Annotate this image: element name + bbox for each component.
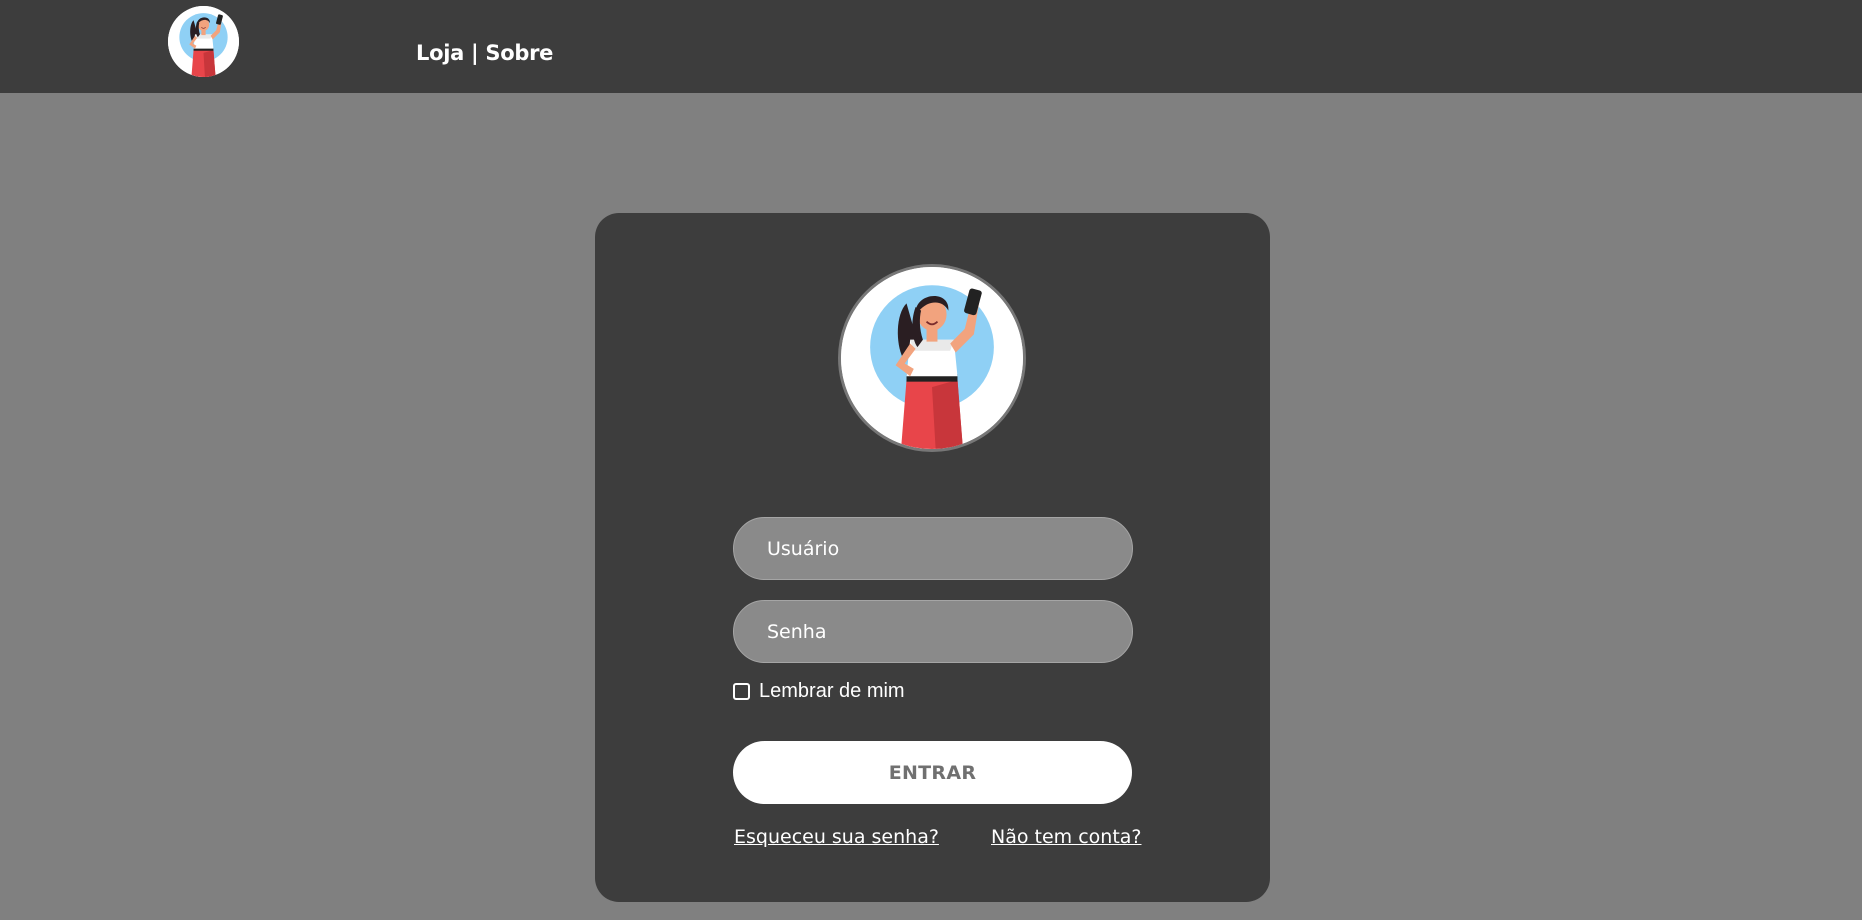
remember-me-label: Lembrar de mim <box>759 680 905 702</box>
brand-logo-icon[interactable] <box>168 6 239 77</box>
nav-link-store[interactable]: Loja <box>416 41 464 65</box>
forgot-password-link[interactable]: Esqueceu sua senha? <box>734 826 939 848</box>
password-input[interactable] <box>733 600 1133 663</box>
remember-me-option[interactable]: Lembrar de mim <box>733 680 905 703</box>
user-avatar-icon <box>838 264 1026 452</box>
login-submit-button[interactable]: ENTRAR <box>733 741 1132 804</box>
remember-me-checkbox[interactable] <box>733 683 750 700</box>
top-navigation-bar: Loja | Sobre <box>0 0 1862 93</box>
nav-links: Loja | Sobre <box>416 41 553 65</box>
signup-link[interactable]: Não tem conta? <box>991 826 1142 848</box>
nav-link-about[interactable]: Sobre <box>485 41 553 65</box>
username-input[interactable] <box>733 517 1133 580</box>
login-card: Lembrar de mim ENTRAR Esqueceu sua senha… <box>595 213 1270 902</box>
nav-separator: | <box>463 41 486 65</box>
